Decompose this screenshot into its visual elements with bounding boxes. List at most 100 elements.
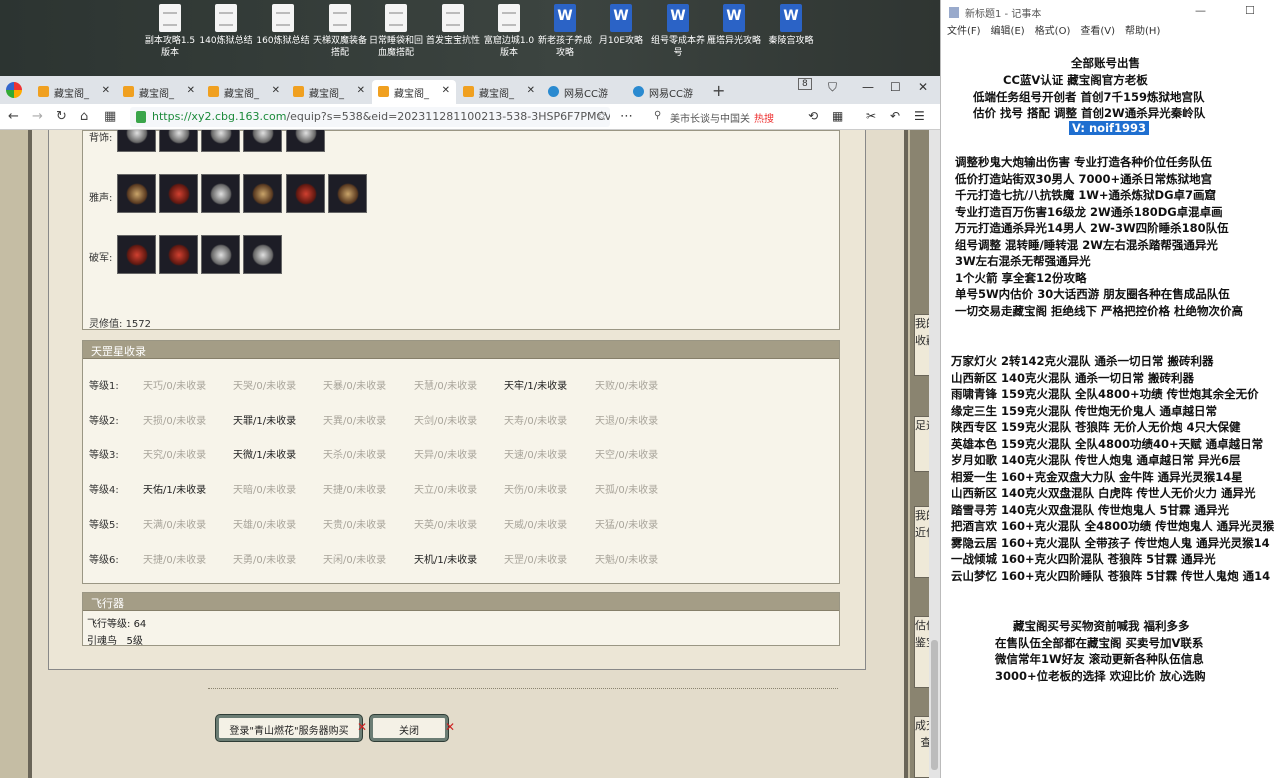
desktop-file-icon[interactable]: 组号零成本养号 — [649, 4, 707, 59]
notepad-line: 专业打造百万伤害16级龙 2W通杀180DG卓混卓画 — [955, 204, 1223, 219]
new-tab-button[interactable]: + — [712, 81, 725, 100]
notepad-menu-item[interactable]: 查看(V) — [1080, 26, 1115, 37]
desktop-file-icon[interactable]: 富窟边城1.0版本 — [480, 4, 538, 59]
notepad-menu-item[interactable]: 编辑(E) — [991, 26, 1025, 37]
maximize-icon[interactable]: ☐ — [890, 80, 901, 94]
equip-item[interactable] — [159, 235, 198, 274]
desktop-file-icon[interactable]: 月10E攻略 — [592, 4, 650, 47]
equip-item[interactable] — [117, 235, 156, 274]
tab-favicon-icon — [633, 86, 644, 97]
notepad-line: 调整秒鬼大炮输出伤害 专业打造各种价位任务队伍 — [955, 155, 1213, 169]
desktop-file-icon[interactable]: 160炼狱总结 — [254, 4, 312, 47]
equip-item[interactable] — [159, 174, 198, 213]
desktop-file-icon[interactable]: 秦陵宫攻略 — [762, 4, 820, 47]
back-icon[interactable]: ← — [8, 109, 19, 124]
equip-item[interactable] — [286, 130, 325, 152]
equipment-section: 背饰: 雅声: 破军: 灵修值: 1572 — [82, 130, 840, 330]
word-doc-icon — [554, 4, 576, 32]
reload-icon[interactable]: ↻ — [56, 109, 67, 124]
close-window-icon[interactable]: ✕ — [918, 80, 928, 94]
bookmark-star-icon[interactable]: ☆ — [596, 109, 608, 124]
url-bar[interactable]: https://xy2.cbg.163.com/equip?s=538&eid=… — [130, 107, 610, 127]
notepad-menu-item[interactable]: 帮助(H) — [1125, 26, 1160, 37]
desktop-file-icon[interactable]: 140炼狱总结 — [197, 4, 255, 47]
notepad-line: 缘定三生 159克火混队 传世炮无价鬼人 通卓越日常 — [951, 403, 1218, 418]
browser-tab[interactable]: 藏宝阁_ ✕ — [457, 80, 541, 104]
equip-item[interactable] — [286, 174, 325, 213]
browser-tab[interactable]: 藏宝阁_ ✕ — [32, 80, 116, 104]
notepad-icon — [949, 7, 959, 18]
notepad-line: 英雄本色 159克火混队 全队4800功绩40+天赋 通卓越日常 — [951, 436, 1264, 451]
notepad-title: 新标题1 - 记事本 — [965, 9, 1042, 20]
notepad-menu-item[interactable]: 文件(F) — [947, 26, 981, 37]
equip-item[interactable] — [243, 174, 282, 213]
text-doc-icon — [215, 4, 237, 32]
menu-icon[interactable]: ☰ — [914, 109, 925, 123]
tab-close-icon[interactable]: ✕ — [187, 85, 195, 96]
browser-logo-icon[interactable] — [6, 82, 22, 98]
tab-count-badge[interactable]: 8 — [798, 78, 812, 90]
desktop-file-icon[interactable]: 首发宝宝抗性 — [424, 4, 482, 47]
notepad-line: 全部账号出售 — [1071, 56, 1140, 70]
scissors-icon[interactable]: ✂ — [866, 109, 876, 123]
notepad-line: 相爱一生 160+克金双盘大力队 金牛阵 通异光灵猴14星 — [951, 469, 1243, 484]
equip-item[interactable] — [117, 174, 156, 213]
desktop-file-icon[interactable]: 副本攻略1.5版本 — [141, 4, 199, 59]
url-host: https://xy2.cbg.163.com — [152, 110, 287, 123]
hot-search-badge: 热搜 — [754, 114, 774, 125]
notepad-line: 陕西专区 159克火混队 苍狼阵 无价人无价炮 4只大保健 — [951, 420, 1241, 434]
desktop-file-icon[interactable]: 新老孩子养成攻略 — [536, 4, 594, 59]
minimize-icon[interactable]: — — [1195, 4, 1206, 17]
browser-tab[interactable]: 藏宝阁_ ✕ — [117, 80, 201, 104]
notepad-menu-item[interactable]: 格式(O) — [1035, 26, 1071, 37]
tab-label: 藏宝阁_ — [224, 89, 259, 100]
home-icon[interactable]: ⌂ — [80, 109, 88, 124]
tab-close-icon[interactable]: ✕ — [357, 85, 365, 96]
tiangang-star-cell: 天巧/0/未收录 — [143, 381, 207, 392]
browser-tab[interactable]: 藏宝阁_ ✕ — [287, 80, 371, 104]
browser-tab[interactable]: 网易CC游 — [542, 80, 626, 104]
undo-icon[interactable]: ↶ — [890, 109, 900, 123]
shirt-icon[interactable]: ⛉ — [828, 80, 837, 95]
tab-close-icon[interactable]: ✕ — [102, 85, 110, 96]
scroll-thumb[interactable] — [931, 640, 938, 770]
forward-icon[interactable]: → — [32, 109, 43, 124]
tab-close-icon[interactable]: ✕ — [527, 85, 535, 96]
more-icon[interactable]: ⋯ — [620, 109, 633, 124]
browser-tab[interactable]: 藏宝阁_ ✕ — [372, 80, 456, 104]
desktop-file-icon[interactable]: 天梯双魔装备搭配 — [311, 4, 369, 59]
apps-icon[interactable]: ▦ — [832, 109, 843, 123]
desktop-file-icon[interactable]: 雁塔异光攻略 — [705, 4, 763, 47]
close-button[interactable]: 关闭 — [370, 715, 448, 741]
maximize-icon[interactable]: ☐ — [1245, 4, 1255, 17]
equip-item[interactable] — [117, 130, 156, 152]
tiangang-star-cell: 天机/1/未收录 — [414, 554, 478, 566]
search-box[interactable]: ⚲ 美市长谈与中国关 热搜 — [648, 107, 798, 127]
page-scrollbar[interactable] — [929, 130, 940, 778]
equip-item[interactable] — [201, 130, 240, 152]
tab-close-icon[interactable]: ✕ — [272, 85, 280, 96]
tiangang-star-cell: 天異/0/未收录 — [323, 415, 387, 427]
desktop: 副本攻略1.5版本 140炼狱总结 160炼狱总结 天梯双魔装备搭配 日常睡袋和回血魔搭… — [0, 0, 940, 76]
login-buy-button[interactable]: 登录"青山燃花"服务器购买 — [216, 715, 362, 741]
minimize-icon[interactable]: — — [862, 80, 874, 94]
notepad-line: 岁月如歌 140克火混队 传世人炮鬼 通卓越日常 异光6层 — [951, 453, 1241, 467]
tiangang-star-cell: 天哭/0/未收录 — [233, 381, 297, 392]
sync-icon[interactable]: ⟲ — [808, 109, 818, 123]
browser-tab[interactable]: 藏宝阁_ ✕ — [202, 80, 286, 104]
equip-item[interactable] — [243, 235, 282, 274]
desktop-file-icon[interactable]: 日常睡袋和回血魔搭配 — [367, 4, 425, 59]
equip-item[interactable] — [328, 174, 367, 213]
grid-icon[interactable]: ▦ — [104, 109, 116, 124]
desktop-file-label: 副本攻略1.5版本 — [144, 36, 196, 58]
tab-close-icon[interactable]: ✕ — [442, 85, 450, 96]
desktop-file-label: 日常睡袋和回血魔搭配 — [368, 36, 423, 58]
notepad-line: 山西新区 140克火混队 通杀一切日常 搬砖利器 — [951, 370, 1195, 385]
equip-item[interactable] — [201, 174, 240, 213]
equip-item[interactable] — [201, 235, 240, 274]
tiangang-star-cell: 天魁/0/未收录 — [595, 554, 659, 566]
equip-item[interactable] — [159, 130, 198, 152]
browser-tab[interactable]: 网易CC游 — [627, 80, 711, 104]
tab-label: 藏宝阁_ — [479, 89, 514, 100]
equip-item[interactable] — [243, 130, 282, 152]
